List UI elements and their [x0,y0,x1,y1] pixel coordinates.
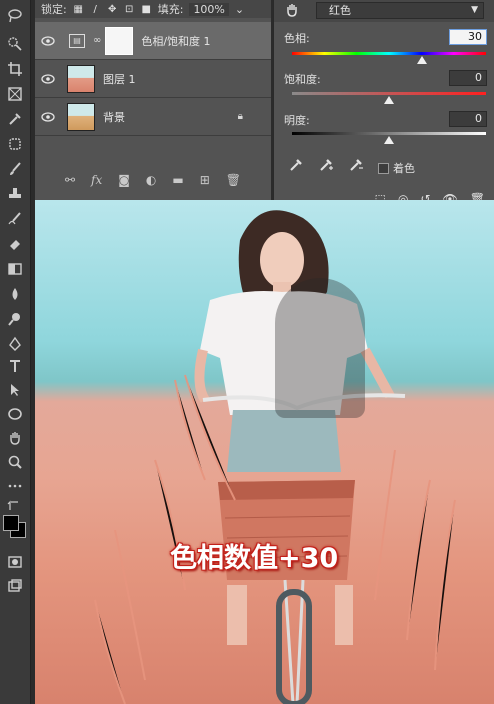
channel-dropdown[interactable]: 红色 ▼ [316,2,484,19]
lock-image-pixels-icon[interactable]: / [90,4,101,15]
layer-row[interactable]: ▤ ∞ 色相/饱和度 1 [35,22,271,60]
saturation-input[interactable]: 0 [449,70,487,86]
colorize-checkbox[interactable]: 着色 [378,160,415,176]
swap-colors-icon[interactable] [5,496,25,516]
zoom-tool-icon[interactable] [5,452,25,472]
colorize-label: 着色 [393,162,415,175]
healing-brush-tool-icon[interactable] [5,134,25,154]
eyedropper-group [288,157,364,176]
lock-all-icon[interactable]: ■ [141,4,152,15]
new-layer-icon[interactable]: ⊞ [200,173,210,187]
layer-name: 图层 1 [103,72,136,86]
layer-row[interactable]: 背景 🔒︎ [35,98,271,136]
screen-mode-icon[interactable] [5,576,25,596]
layer-thumbnail[interactable] [67,102,95,131]
eyedropper-tool-icon[interactable] [5,109,25,129]
saturation-slider-track[interactable] [292,92,486,95]
gradient-tool-icon[interactable] [5,259,25,279]
lasso-tool-icon[interactable] [5,6,25,26]
lock-icon: 🔒︎ [237,111,243,122]
eraser-tool-icon[interactable] [5,234,25,254]
eyedropper-icon[interactable] [288,157,304,176]
layer-row[interactable]: 图层 1 [35,60,271,98]
saturation-slider-thumb[interactable] [384,96,394,104]
chain-link-icon[interactable]: ∞ [93,35,101,46]
lightness-label: 明度: [284,114,310,127]
hand-tool-icon[interactable] [5,428,25,448]
fill-chevron-down-icon[interactable]: ⌄ [235,3,244,16]
properties-top-bar: 红色 ▼ [274,0,494,22]
quick-mask-icon[interactable] [5,552,25,572]
properties-panel: 红色 ▼ 色相: 30 饱和度: 0 明度: 0 着色 ⬚ ◎ ↺ 👁︎ 🗑︎ [273,0,494,215]
pen-tool-icon[interactable] [5,334,25,354]
fill-input[interactable]: 100% [189,2,229,16]
foreground-color-swatch[interactable] [3,515,19,531]
layer-thumbnail[interactable] [67,64,95,93]
hue-label: 色相: [284,32,310,45]
lightness-input[interactable]: 0 [449,111,487,127]
lock-bar: 锁定: ▦ / ✥ ⊡ ■ 填充: 100% ⌄ [35,0,271,18]
chevron-down-icon: ▼ [471,5,478,15]
blur-tool-icon[interactable] [5,284,25,304]
targeted-adjustment-hand-icon[interactable] [284,2,300,18]
photo-image [94,210,456,704]
ellipse-tool-icon[interactable] [5,404,25,424]
document-canvas[interactable]: 色相数值+30 [35,200,494,704]
ghost-overlay [275,278,365,418]
adjustment-layer-icon: ▤ [69,33,85,48]
lock-label: 锁定: [41,3,67,16]
lightness-slider-thumb[interactable] [384,136,394,144]
lock-transparent-pixels-icon[interactable]: ▦ [73,4,84,15]
mask-icon[interactable]: ◙ [118,173,130,187]
crop-tool-icon[interactable] [5,59,25,79]
clone-stamp-tool-icon[interactable] [5,184,25,204]
adjustment-icon[interactable]: ◐ [146,173,156,187]
visibility-eye-icon[interactable] [35,73,61,84]
hue-slider-track[interactable] [292,52,486,55]
eyedropper-minus-icon[interactable] [348,157,364,176]
layers-panel: 锁定: ▦ / ✥ ⊡ ■ 填充: 100% ⌄ ▤ ∞ 色相/饱和度 1 图层… [35,0,271,200]
visibility-eye-icon[interactable] [35,111,61,122]
channel-dropdown-value: 红色 [329,4,351,17]
layer-name: 背景 [103,110,125,124]
link-icon[interactable]: ⚯ [65,173,75,187]
hue-slider-thumb[interactable] [416,56,427,64]
brush-tool-icon[interactable] [5,159,25,179]
visibility-eye-icon[interactable] [35,35,61,46]
lock-position-icon[interactable]: ✥ [107,4,118,15]
fx-icon[interactable]: fx [91,173,102,187]
quick-select-tool-icon[interactable] [5,34,25,54]
path-selection-tool-icon[interactable] [5,380,25,400]
tools-panel [0,0,31,704]
frame-tool-icon[interactable] [5,84,25,104]
more-tools-icon[interactable] [5,476,25,496]
eyedropper-plus-icon[interactable] [318,157,334,176]
trash-icon[interactable]: 🗑︎ [226,173,241,187]
layer-name: 色相/饱和度 1 [141,34,211,48]
history-brush-tool-icon[interactable] [5,209,25,229]
layers-footer: ⚯ fx ◙ ◐ ▬ ⊞ 🗑︎ [35,165,271,195]
type-tool-icon[interactable] [5,356,25,376]
folder-icon[interactable]: ▬ [172,173,183,187]
video-caption: 色相数值+30 [170,543,339,574]
hue-input[interactable]: 30 [449,29,487,45]
colorize-checkbox-box[interactable] [378,162,389,174]
lock-artboard-icon[interactable]: ⊡ [124,4,135,15]
layer-mask-thumbnail[interactable] [105,26,134,55]
fill-label: 填充: [157,3,184,16]
saturation-label: 饱和度: [284,73,321,86]
dodge-tool-icon[interactable] [5,309,25,329]
lightness-slider-track[interactable] [292,132,486,135]
